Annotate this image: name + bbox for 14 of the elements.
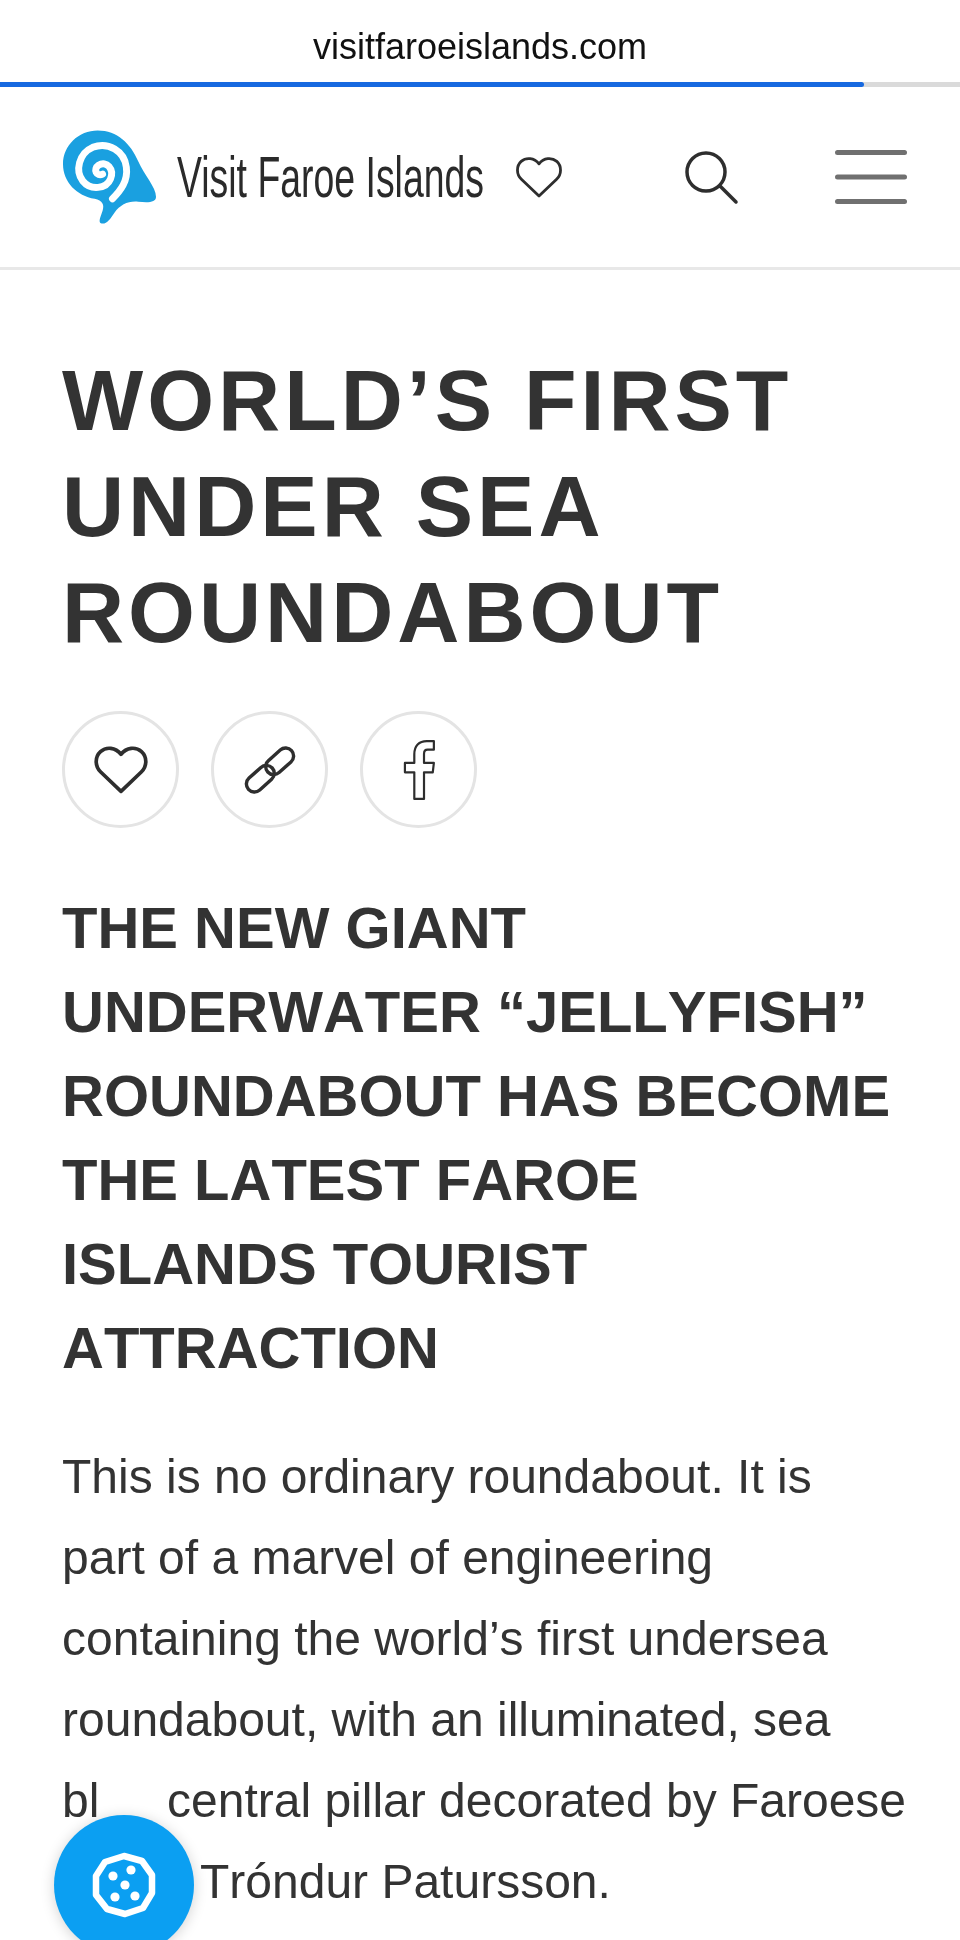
paragraph-text-fragment: bl <box>62 1772 100 1829</box>
article-subtitle: THE NEW GIANT UNDERWATER “JELLYFISH” ROUNDABOUT HAS BECOME THE LATEST FAROE ISLANDS TOURIST ATTRACTION <box>62 894 892 1382</box>
address-url[interactable]: visitfaroeislands.com <box>312 26 648 68</box>
spiral-logo-icon[interactable] <box>63 128 157 226</box>
menu-button[interactable] <box>835 150 907 204</box>
paragraph-text-line: central pillar decorated by Faroese <box>167 1772 907 1829</box>
cookie-icon <box>91 1852 157 1918</box>
site-name[interactable]: Visit Faroe Islands <box>177 148 485 206</box>
menu-icon <box>835 150 907 204</box>
paragraph-text-line: Tróndur Patursson. <box>200 1853 611 1910</box>
article-title: WORLD’S FIRST UNDER SEA ROUNDABOUT <box>62 351 794 662</box>
search-icon <box>683 149 739 205</box>
cookie-settings-button[interactable] <box>54 1815 194 1940</box>
search-button[interactable] <box>683 149 739 205</box>
